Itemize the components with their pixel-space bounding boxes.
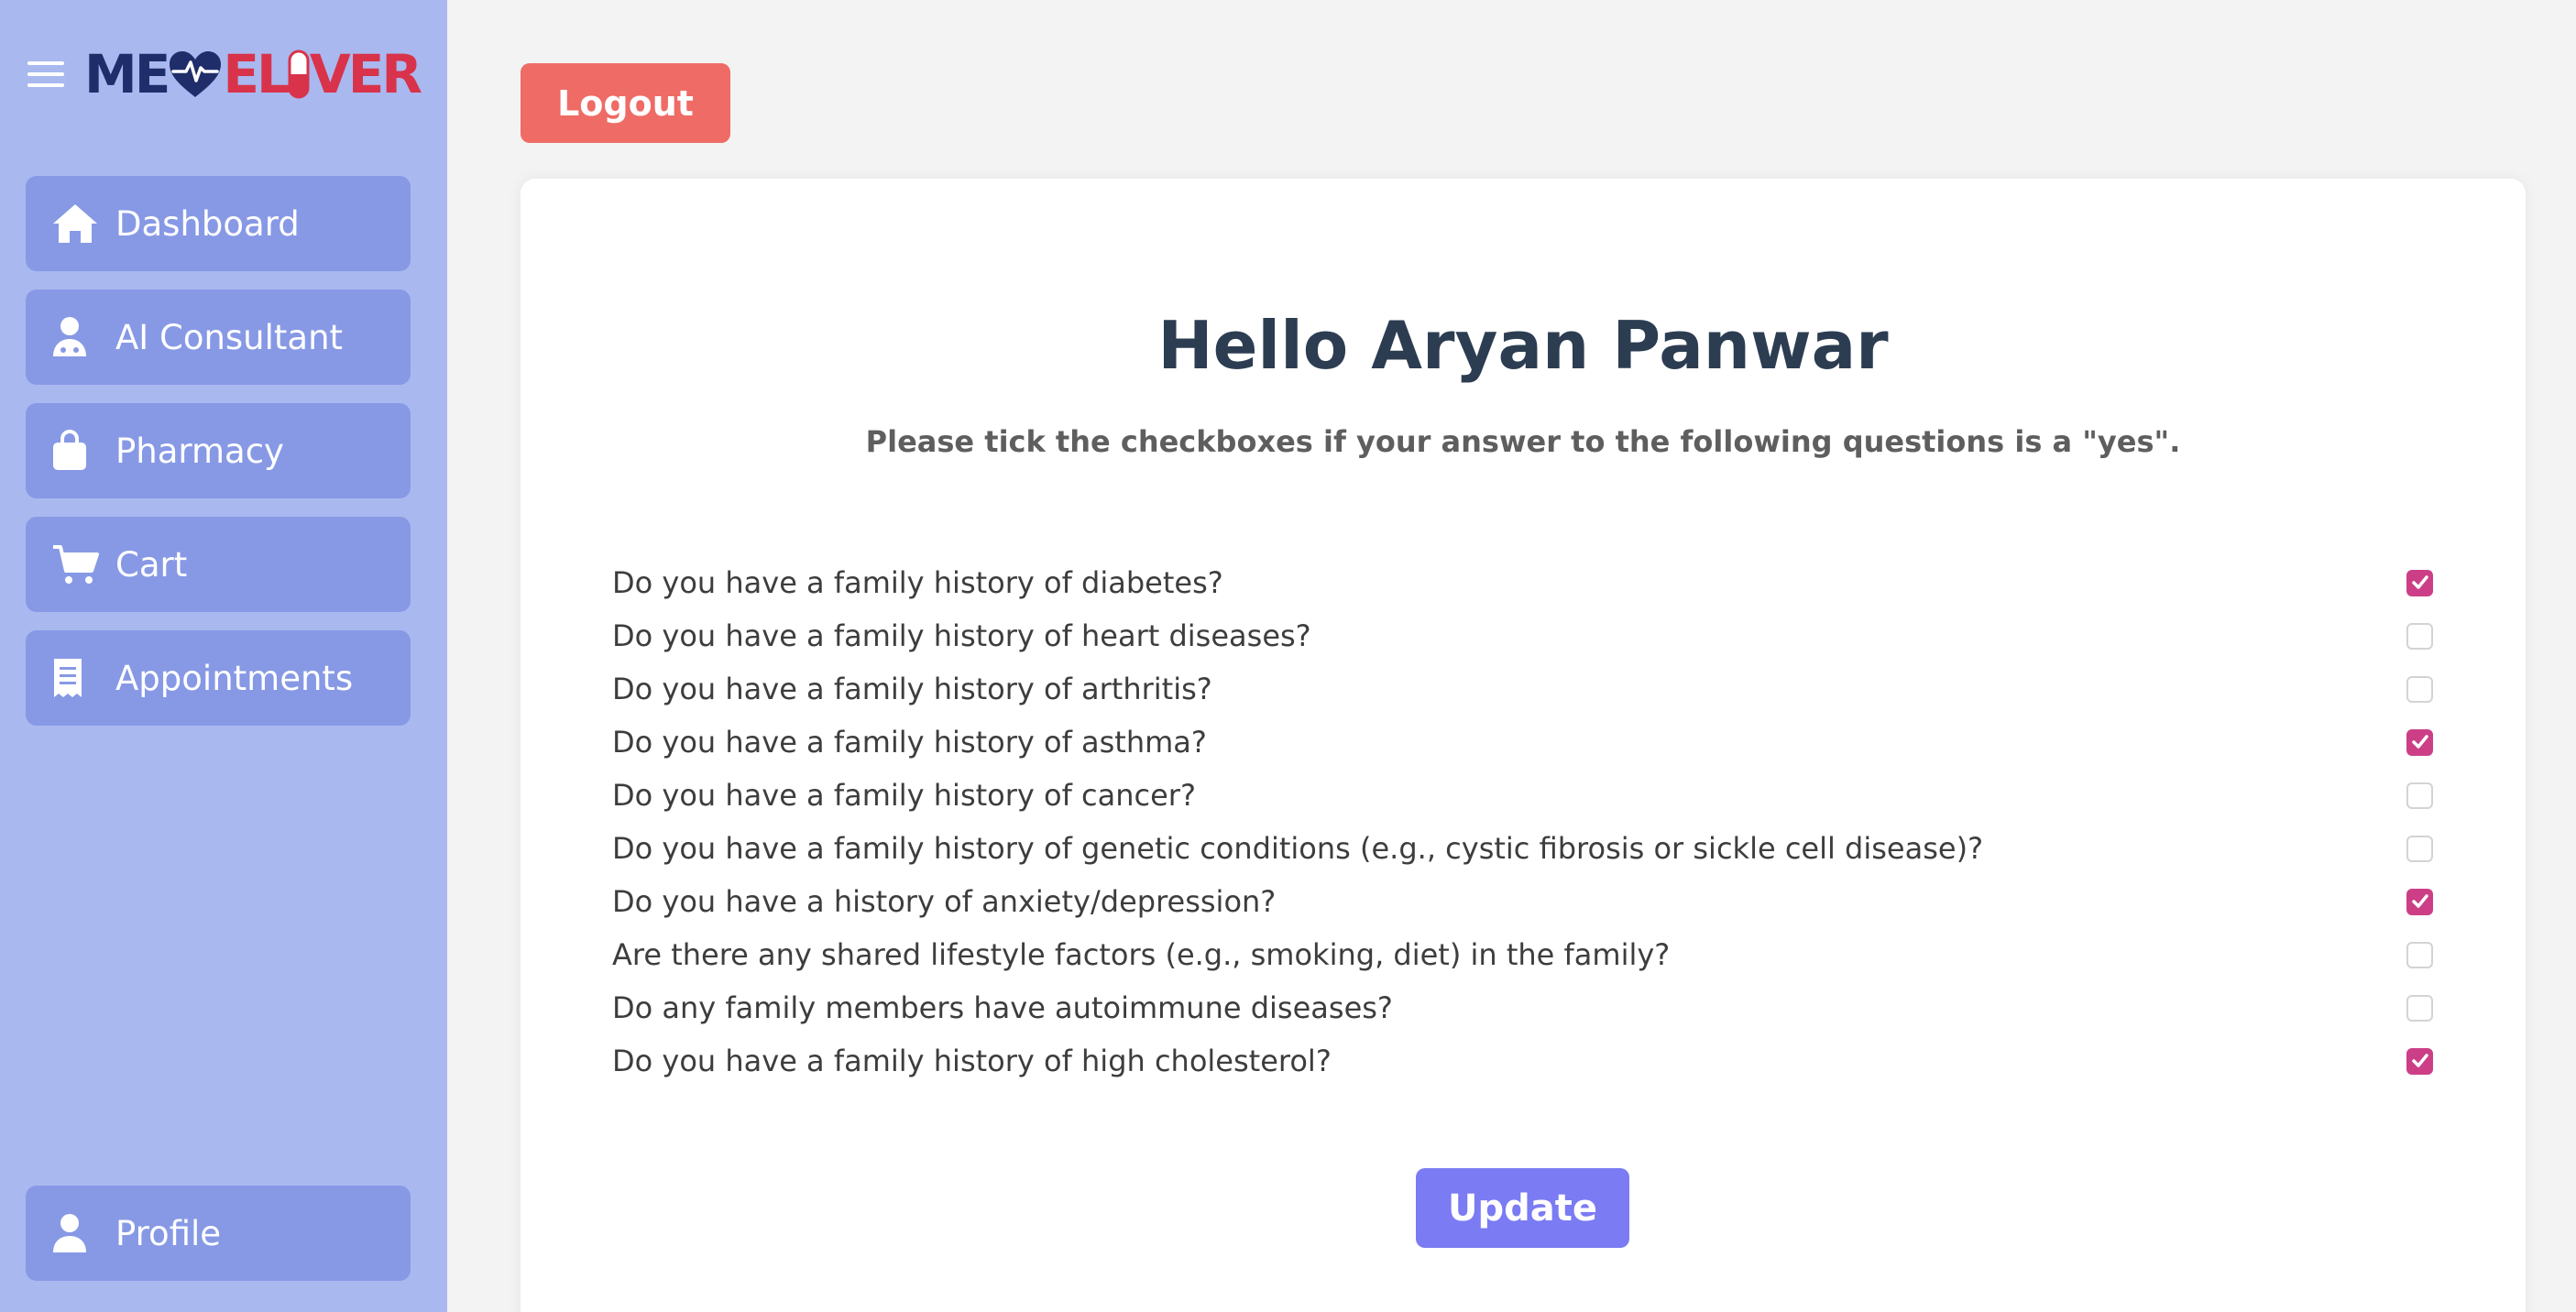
sidebar-item-label: AI Consultant (115, 317, 344, 357)
sidebar-item-appointments[interactable]: Appointments (26, 630, 411, 726)
cart-icon (51, 542, 103, 586)
sidebar-item-cart[interactable]: Cart (26, 517, 411, 612)
question-text: Are there any shared lifestyle factors (… (612, 937, 1671, 972)
page-title: Hello Aryan Panwar (1157, 307, 1889, 384)
question-text: Do you have a history of anxiety/depress… (612, 884, 1277, 919)
sidebar-item-label: Appointments (115, 658, 354, 698)
sidebar-item-label: Profile (115, 1213, 222, 1253)
question-row: Do you have a family history of asthma? (612, 716, 2436, 769)
question-row: Do you have a family history of high cho… (612, 1034, 2436, 1088)
brand-row: ME EL VER (27, 43, 422, 105)
question-text: Do you have a family history of high cho… (612, 1044, 1332, 1078)
question-row: Do you have a family history of arthriti… (612, 662, 2436, 716)
question-checkbox[interactable] (2406, 941, 2433, 968)
question-checkbox[interactable] (2406, 835, 2433, 862)
question-checkbox[interactable] (2406, 1047, 2433, 1075)
logo-text-part3: VER (309, 43, 422, 105)
question-checkbox[interactable] (2406, 888, 2433, 915)
question-text: Do you have a family history of genetic … (612, 831, 1984, 866)
instruction-text: Please tick the checkboxes if your answe… (865, 424, 2181, 459)
question-row: Are there any shared lifestyle factors (… (612, 928, 2436, 981)
sidebar-nav: Dashboard AI Consultant Pharmacy Cart Ap… (26, 176, 411, 744)
question-text: Do any family members have autoimmune di… (612, 990, 1393, 1025)
question-row: Do you have a family history of diabetes… (612, 556, 2436, 609)
logo-text-part1: ME (84, 43, 170, 105)
question-row: Do any family members have autoimmune di… (612, 981, 2436, 1034)
question-text: Do you have a family history of heart di… (612, 618, 1311, 653)
logo-text-part2: EL (223, 43, 290, 105)
sidebar-item-ai-consultant[interactable]: AI Consultant (26, 290, 411, 385)
pill-icon (288, 49, 310, 99)
questionnaire-card: Hello Aryan Panwar Please tick the check… (521, 179, 2526, 1312)
question-text: Do you have a family history of asthma? (612, 725, 1207, 760)
doctor-icon (51, 315, 103, 359)
question-text: Do you have a family history of cancer? (612, 778, 1196, 813)
user-icon (51, 1211, 103, 1255)
hamburger-menu-icon[interactable] (27, 61, 64, 87)
question-checkbox[interactable] (2406, 622, 2433, 650)
home-icon (51, 202, 103, 246)
update-button[interactable]: Update (1416, 1168, 1629, 1248)
logout-button[interactable]: Logout (521, 63, 730, 143)
sidebar-item-profile[interactable]: Profile (26, 1186, 411, 1281)
logo[interactable]: ME EL VER (84, 43, 422, 105)
question-row: Do you have a family history of genetic … (612, 822, 2436, 875)
question-checkbox[interactable] (2406, 569, 2433, 596)
sidebar-item-label: Pharmacy (115, 431, 284, 471)
question-checkbox[interactable] (2406, 994, 2433, 1022)
sidebar-item-label: Dashboard (115, 203, 300, 244)
shopping-bag-icon (51, 429, 103, 473)
sidebar-item-dashboard[interactable]: Dashboard (26, 176, 411, 271)
question-row: Do you have a family history of cancer? (612, 769, 2436, 822)
sidebar: ME EL VER Dashboard AI Consultant Pharma… (0, 0, 447, 1312)
receipt-icon (51, 656, 103, 700)
question-checkbox[interactable] (2406, 782, 2433, 809)
question-text: Do you have a family history of diabetes… (612, 565, 1223, 600)
heart-pulse-icon (170, 51, 222, 97)
sidebar-item-label: Cart (115, 544, 188, 585)
question-checkbox[interactable] (2406, 675, 2433, 703)
question-text: Do you have a family history of arthriti… (612, 672, 1212, 706)
sidebar-item-pharmacy[interactable]: Pharmacy (26, 403, 411, 498)
question-list: Do you have a family history of diabetes… (612, 556, 2436, 1088)
question-row: Do you have a history of anxiety/depress… (612, 875, 2436, 928)
question-row: Do you have a family history of heart di… (612, 609, 2436, 662)
question-checkbox[interactable] (2406, 728, 2433, 756)
